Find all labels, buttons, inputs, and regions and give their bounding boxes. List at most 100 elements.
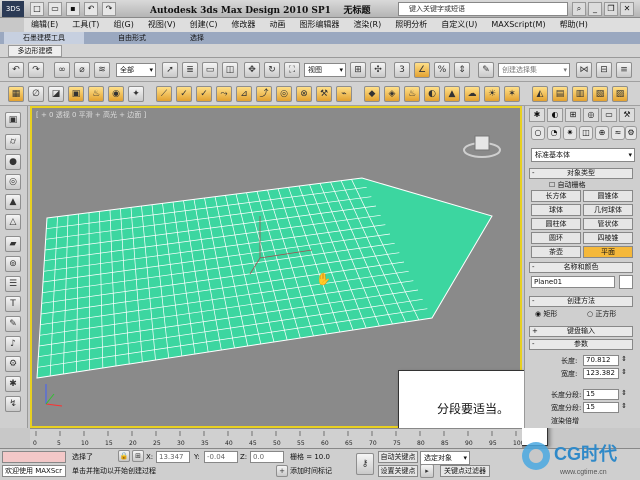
selection-filter-select[interactable]: 全部 <box>116 63 156 77</box>
save-file-icon[interactable]: ▪ <box>66 2 80 16</box>
menu-lighting[interactable]: 照明分析 <box>388 18 434 32</box>
btn-box[interactable]: 长方体 <box>531 190 581 202</box>
width-spinner[interactable]: 123.382 <box>583 368 627 379</box>
timeline[interactable]: 0 5 10 15 20 25 30 35 40 45 50 55 60 65 70 75 80 85 90 95 10… <box>30 428 525 449</box>
tab-create-icon[interactable]: ✱ <box>529 108 545 122</box>
export-icon[interactable]: ▧ <box>592 86 608 102</box>
open-file-icon[interactable]: ▭ <box>48 2 62 16</box>
helpers-icon[interactable]: ⊕ <box>595 126 609 140</box>
quick-render-icon[interactable]: ♨ <box>404 86 420 102</box>
length-spinner[interactable]: 70.812 <box>583 355 627 366</box>
geometry-icon[interactable]: ○ <box>531 126 545 140</box>
menu-rendering[interactable]: 渲染(R) <box>346 18 388 32</box>
spline-ik-icon[interactable]: ⤳ <box>216 86 232 102</box>
menu-help[interactable]: 帮助(H) <box>553 18 595 32</box>
menu-customize[interactable]: 自定义(U) <box>434 18 484 32</box>
y-coord-field[interactable]: -0.04 <box>204 451 238 463</box>
menu-maxscript[interactable]: MAXScript(M) <box>484 18 552 32</box>
width-segs-spinner[interactable]: 15 <box>583 402 627 413</box>
target-icon[interactable]: ⊗ <box>296 86 312 102</box>
daylight-icon[interactable]: ✶ <box>504 86 520 102</box>
align-icon[interactable]: ⊟ <box>596 62 612 78</box>
lighting-analysis-icon[interactable]: ◭ <box>532 86 548 102</box>
length-segs-spinner[interactable]: 15 <box>583 389 627 400</box>
angle-snap-icon[interactable]: ∠ <box>414 62 430 78</box>
rotate-icon[interactable]: ↻ <box>264 62 280 78</box>
plane-icon[interactable]: ▰ <box>5 236 21 252</box>
active-shade-icon[interactable]: ◐ <box>424 86 440 102</box>
key-selection-select[interactable]: 选定对象 <box>420 451 470 465</box>
layer-manager-icon[interactable]: ≡ <box>616 62 632 78</box>
set-key-button[interactable]: 设置关键点 <box>378 465 418 477</box>
manipulate-icon[interactable]: ✣ <box>370 62 386 78</box>
btn-plane[interactable]: 平面 <box>583 246 633 258</box>
report-icon[interactable]: ▨ <box>612 86 628 102</box>
menu-modifiers[interactable]: 修改器 <box>224 18 262 32</box>
constraint-icon[interactable]: ⊿ <box>236 86 252 102</box>
create-box-icon[interactable]: ▣ <box>5 112 21 128</box>
cone-icon[interactable]: ▲ <box>5 194 21 210</box>
path-icon[interactable]: ⤴ <box>256 86 272 102</box>
text-icon[interactable]: T <box>5 296 21 312</box>
menu-edit[interactable]: 编辑(E) <box>24 18 65 32</box>
new-file-icon[interactable]: □ <box>30 2 44 16</box>
viewcube-icon[interactable] <box>463 135 501 158</box>
rollout-name-color[interactable]: - 名称和颜色 <box>529 262 633 273</box>
btn-sphere[interactable]: 球体 <box>531 204 581 216</box>
tab-graphite[interactable]: 石墨建模工具 <box>4 32 84 44</box>
gear-icon[interactable]: ⚙ <box>5 356 21 372</box>
auto-key-button[interactable]: 自动关键点 <box>378 451 418 463</box>
tab-utilities-icon[interactable]: ⚒ <box>619 108 635 122</box>
named-selection-select[interactable]: 创建选择集 <box>498 63 570 77</box>
btn-tube[interactable]: 管状体 <box>583 218 633 230</box>
image-overlay-icon[interactable]: ▥ <box>572 86 588 102</box>
maxscript-listener[interactable] <box>2 451 66 463</box>
menu-graph-editors[interactable]: 图形编辑器 <box>292 18 346 32</box>
box-mode-icon[interactable]: ▦ <box>8 86 24 102</box>
btn-cylinder[interactable]: 圆柱体 <box>531 218 581 230</box>
unlink-icon[interactable]: ⌀ <box>74 62 90 78</box>
move-icon[interactable]: ✥ <box>244 62 260 78</box>
bevel-icon[interactable]: ◪ <box>48 86 64 102</box>
timeline-ruler[interactable]: 0 5 10 15 20 25 30 35 40 45 50 55 60 65 70 75 80 85 90 95 10… <box>30 429 525 449</box>
category-select[interactable]: 标准基本体 <box>531 148 635 162</box>
snap-toggle-icon[interactable]: 3 <box>394 62 410 78</box>
shapes-icon[interactable]: ◔ <box>547 126 561 140</box>
edit-named-sel-icon[interactable]: ✎ <box>478 62 494 78</box>
tab-modify-icon[interactable]: ◐ <box>547 108 563 122</box>
app-logo-icon[interactable]: 3DS <box>2 1 24 17</box>
btn-torus[interactable]: 圆环 <box>531 232 581 244</box>
redo-icon[interactable]: ↷ <box>28 62 44 78</box>
time-tag-icon[interactable]: + <box>276 465 288 477</box>
ik-icon[interactable]: ✓ <box>176 86 192 102</box>
env-icon[interactable]: ◉ <box>108 86 124 102</box>
btn-teapot[interactable]: 茶壶 <box>531 246 581 258</box>
sky-icon[interactable]: ☁ <box>464 86 480 102</box>
btn-geosphere[interactable]: 几何球体 <box>583 204 633 216</box>
menu-views[interactable]: 视图(V) <box>141 18 183 32</box>
tab-display-icon[interactable]: ▭ <box>601 108 617 122</box>
menu-tools[interactable]: 工具(T) <box>65 18 106 32</box>
link-icon[interactable]: ∞ <box>54 62 70 78</box>
sphere-icon[interactable]: ● <box>5 154 21 170</box>
window-crossing-icon[interactable]: ◫ <box>222 62 238 78</box>
spacewarps-icon[interactable]: ≈ <box>611 126 625 140</box>
spinner-snap-icon[interactable]: ⇕ <box>454 62 470 78</box>
pen-icon[interactable]: ✎ <box>5 316 21 332</box>
search-icon[interactable]: ⌕ <box>572 2 586 16</box>
tab-hierarchy-icon[interactable]: ⊞ <box>565 108 581 122</box>
rect-selection-icon[interactable]: ▭ <box>202 62 218 78</box>
orbit-icon[interactable]: ◎ <box>276 86 292 102</box>
add-time-tag[interactable]: 添加时间标记 <box>290 465 332 477</box>
exposure-icon[interactable]: ☀ <box>484 86 500 102</box>
cylinder-icon[interactable]: ⌭ <box>5 134 21 150</box>
redo-icon[interactable]: ↷ <box>102 2 116 16</box>
key-mode-icon[interactable]: ▸ <box>420 464 434 478</box>
tab-motion-icon[interactable]: ◎ <box>583 108 599 122</box>
bind-spacewarp-icon[interactable]: ≋ <box>94 62 110 78</box>
menu-animation[interactable]: 动画 <box>262 18 292 32</box>
undo-icon[interactable]: ↶ <box>84 2 98 16</box>
paint-icon[interactable]: ♪ <box>5 336 21 352</box>
close-icon[interactable]: ✕ <box>620 2 634 16</box>
radio-square[interactable]: ○ 正方形 <box>587 309 616 319</box>
